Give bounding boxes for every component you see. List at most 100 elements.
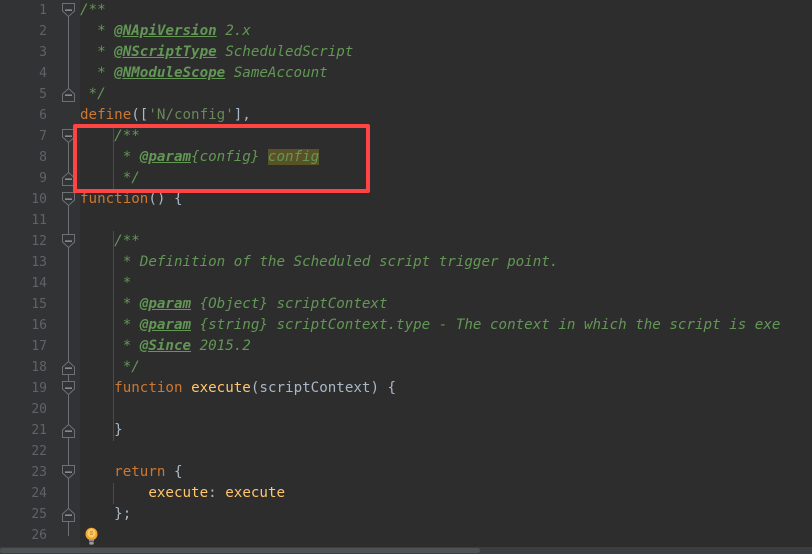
code-line[interactable]: * Definition of the Scheduled script tri… bbox=[80, 252, 559, 273]
line-number: 13 bbox=[31, 255, 47, 270]
line-number: 23 bbox=[31, 465, 47, 480]
code-token: @param bbox=[139, 296, 192, 312]
indent-guide bbox=[113, 126, 114, 189]
code-line[interactable]: execute: execute bbox=[80, 483, 285, 504]
code-token: }; bbox=[80, 506, 132, 522]
line-number: 17 bbox=[31, 339, 47, 354]
line-number: 5 bbox=[39, 87, 47, 102]
line-number: 2 bbox=[39, 24, 47, 39]
code-token: */ bbox=[80, 170, 140, 186]
code-line[interactable]: * @NScriptType ScheduledScript bbox=[80, 42, 353, 63]
line-number: 11 bbox=[31, 213, 47, 228]
fold-end-marker[interactable] bbox=[61, 87, 76, 102]
fold-start-marker[interactable] bbox=[61, 465, 76, 480]
line-number: 9 bbox=[39, 171, 47, 186]
line-number-gutter[interactable]: 1 2 3 4 5 6 7 8 9 10 11 12 13 14 15 16 17 18 19 20 21 22 23 24 2… bbox=[0, 0, 57, 554]
code-line[interactable]: define(['N/config'], bbox=[80, 105, 251, 126]
code-token: } bbox=[80, 422, 123, 438]
code-line[interactable]: * bbox=[80, 273, 132, 294]
line-number: 4 bbox=[39, 66, 47, 81]
horizontal-scrollbar-thumb[interactable] bbox=[0, 548, 480, 553]
code-token: : bbox=[208, 485, 226, 501]
horizontal-scrollbar[interactable] bbox=[0, 547, 812, 554]
code-token: @param bbox=[139, 149, 192, 165]
code-token: * Definition of the Scheduled script tri… bbox=[80, 254, 559, 270]
highlighted-identifier: config bbox=[267, 149, 320, 165]
code-line[interactable]: */ bbox=[80, 357, 140, 378]
code-token: ScheduledScript bbox=[216, 44, 354, 60]
line-number: 20 bbox=[31, 402, 47, 417]
code-token: { bbox=[165, 464, 183, 480]
code-line[interactable]: function() { bbox=[80, 189, 183, 210]
code-token: * bbox=[80, 23, 115, 39]
code-token: execute bbox=[191, 380, 251, 396]
fold-start-marker[interactable] bbox=[61, 129, 76, 144]
fold-start-marker[interactable] bbox=[61, 234, 76, 249]
fold-guide-line bbox=[68, 10, 69, 95]
fold-end-marker[interactable] bbox=[61, 507, 76, 522]
code-token: SameAccount bbox=[225, 65, 328, 81]
code-token: execute bbox=[225, 485, 286, 501]
code-token: ([ bbox=[131, 107, 149, 123]
code-token: () { bbox=[148, 191, 183, 207]
line-number: 26 bbox=[31, 528, 47, 543]
code-token: */ bbox=[80, 359, 140, 375]
line-number: 19 bbox=[31, 381, 47, 396]
intention-bulb-icon[interactable] bbox=[84, 527, 99, 546]
code-token: /** bbox=[80, 2, 106, 18]
code-token: @param bbox=[139, 317, 192, 333]
code-line[interactable]: function execute(scriptContext) { bbox=[80, 378, 396, 399]
code-token: * bbox=[80, 275, 132, 291]
code-token: {config} bbox=[191, 149, 268, 165]
code-line[interactable]: /** bbox=[80, 0, 106, 21]
code-token: * bbox=[80, 317, 140, 333]
code-token: 2015.2 bbox=[191, 338, 251, 354]
fold-start-marker[interactable] bbox=[61, 3, 76, 18]
indent-guide bbox=[113, 399, 114, 441]
code-folding-column[interactable] bbox=[57, 0, 80, 554]
code-line[interactable]: /** bbox=[80, 126, 140, 147]
fold-end-marker[interactable] bbox=[61, 171, 76, 186]
line-number: 18 bbox=[31, 360, 47, 375]
code-line[interactable]: return { bbox=[80, 462, 183, 483]
code-text-area[interactable]: /** * @NApiVersion 2.x * @NScriptType Sc… bbox=[80, 0, 812, 554]
code-token: function bbox=[114, 380, 183, 396]
code-token: @NModuleScope bbox=[114, 65, 226, 81]
code-token: ], bbox=[233, 107, 251, 123]
code-line[interactable]: * @param {Object} scriptContext bbox=[80, 294, 388, 315]
code-line[interactable]: }; bbox=[80, 504, 131, 525]
code-line[interactable]: * @param{config} config bbox=[80, 147, 320, 168]
code-line[interactable]: * @Since 2015.2 bbox=[80, 336, 251, 357]
code-editor[interactable]: 1 2 3 4 5 6 7 8 9 10 11 12 13 14 15 16 17 18 19 20 21 22 23 24 2… bbox=[0, 0, 812, 554]
code-token: {Object} scriptContext bbox=[191, 296, 388, 312]
line-number: 7 bbox=[39, 129, 47, 144]
code-line[interactable]: * @NModuleScope SameAccount bbox=[80, 63, 328, 84]
line-number: 8 bbox=[39, 150, 47, 165]
code-line[interactable]: * @NApiVersion 2.x bbox=[80, 21, 251, 42]
fold-end-marker[interactable] bbox=[61, 360, 76, 375]
code-line[interactable]: } bbox=[80, 420, 123, 441]
code-line[interactable]: */ bbox=[80, 84, 106, 105]
indent-guide bbox=[113, 378, 114, 399]
fold-start-marker[interactable] bbox=[61, 381, 76, 396]
code-token: @NApiVersion bbox=[114, 23, 217, 39]
code-token: 'N/config' bbox=[148, 107, 234, 123]
fold-guide-line bbox=[68, 241, 69, 368]
code-token: * bbox=[80, 65, 115, 81]
code-token: * bbox=[80, 149, 140, 165]
code-line[interactable]: */ bbox=[80, 168, 140, 189]
fold-start-marker[interactable] bbox=[61, 192, 76, 207]
fold-end-marker[interactable] bbox=[61, 423, 76, 438]
code-token: * bbox=[80, 296, 140, 312]
line-number: 21 bbox=[31, 423, 47, 438]
code-token: 2.x bbox=[216, 23, 251, 39]
code-line[interactable]: * @param {string} scriptContext.type - T… bbox=[80, 315, 781, 336]
code-token: /** bbox=[80, 233, 140, 249]
code-token: @NScriptType bbox=[114, 44, 217, 60]
code-line[interactable]: /** bbox=[80, 231, 140, 252]
code-token: execute bbox=[148, 485, 209, 501]
code-token: return bbox=[114, 464, 166, 480]
